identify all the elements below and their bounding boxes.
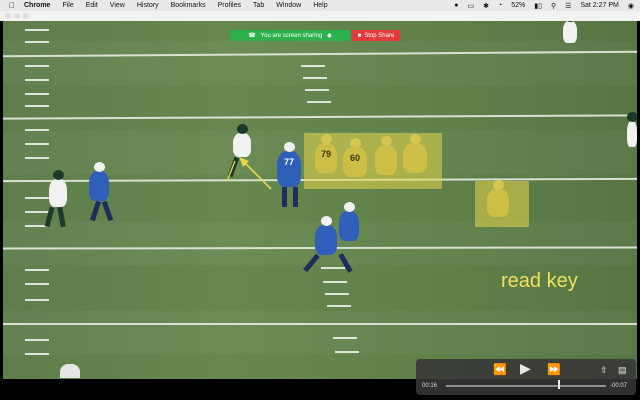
- window-maximize-button[interactable]: [23, 13, 29, 19]
- battery-icon[interactable]: ▮▯: [534, 2, 542, 10]
- stop-square-icon: ■: [357, 32, 362, 39]
- share-icon[interactable]: ⇧: [600, 365, 608, 376]
- annotation-arrow: [226, 157, 272, 190]
- menu-help[interactable]: Help: [313, 2, 327, 9]
- menu-tab[interactable]: Tab: [253, 2, 264, 9]
- scrubber-handle[interactable]: [558, 380, 560, 389]
- video-frame[interactable]: 79 60 77 read key: [3, 21, 637, 379]
- rewind-icon[interactable]: ⏪: [493, 365, 507, 376]
- menubar-status-area: ● ▭ ✱ ◔ 52% ▮▯ ⚲ ☰ Sat 2:27 PM ◉: [454, 0, 634, 11]
- phone-icon: ☎: [248, 33, 256, 39]
- mirror-icon[interactable]: ▭: [467, 2, 474, 10]
- menu-window[interactable]: Window: [276, 2, 301, 9]
- fast-forward-icon[interactable]: ⏩: [547, 365, 561, 376]
- menu-edit[interactable]: Edit: [86, 2, 98, 9]
- stop-share-label: Stop Share: [364, 32, 395, 39]
- zoom-icon[interactable]: ●: [454, 2, 458, 9]
- elapsed-time: 00:16: [422, 383, 438, 389]
- apple-logo-icon[interactable]: : [9, 1, 15, 10]
- menu-bookmarks[interactable]: Bookmarks: [171, 2, 206, 9]
- broadcast-logo-icon: [60, 364, 80, 378]
- browser-window-strip: [0, 11, 640, 21]
- picture-in-picture-icon[interactable]: ▤: [618, 365, 627, 376]
- menu-history[interactable]: History: [137, 2, 159, 9]
- window-close-button[interactable]: [5, 13, 11, 19]
- window-minimize-button[interactable]: [14, 13, 20, 19]
- bluetooth-icon[interactable]: ✱: [483, 2, 489, 10]
- shield-icon: ◆: [327, 33, 332, 39]
- read-key-label: read key: [501, 270, 578, 292]
- play-icon[interactable]: ▶: [520, 361, 531, 375]
- screen-sharing-indicator[interactable]: ☎ You are screen sharing ◆: [230, 30, 350, 41]
- scrubber-track[interactable]: [446, 385, 606, 387]
- menu-app-chrome[interactable]: Chrome: [24, 2, 50, 9]
- sharing-text: You are screen sharing: [260, 32, 323, 39]
- menu-view[interactable]: View: [110, 2, 125, 9]
- menu-profiles[interactable]: Profiles: [218, 2, 241, 9]
- siri-icon[interactable]: ◉: [628, 2, 634, 10]
- playback-controls: ⏪ ▶ ⏩ ⇧ ▤ 00:16 -00:07: [416, 359, 636, 395]
- wifi-icon[interactable]: ◔: [498, 2, 502, 9]
- remaining-time: -00:07: [610, 383, 628, 389]
- menu-file[interactable]: File: [62, 2, 73, 9]
- battery-percent: 52%: [511, 2, 526, 9]
- control-center-icon[interactable]: ☰: [565, 2, 571, 10]
- search-icon[interactable]: ⚲: [551, 2, 556, 10]
- screen-share-banner: ☎ You are screen sharing ◆ ■ Stop Share: [230, 30, 400, 41]
- menubar-clock[interactable]: Sat 2:27 PM: [580, 2, 619, 9]
- stop-share-button[interactable]: ■ Stop Share: [352, 30, 400, 41]
